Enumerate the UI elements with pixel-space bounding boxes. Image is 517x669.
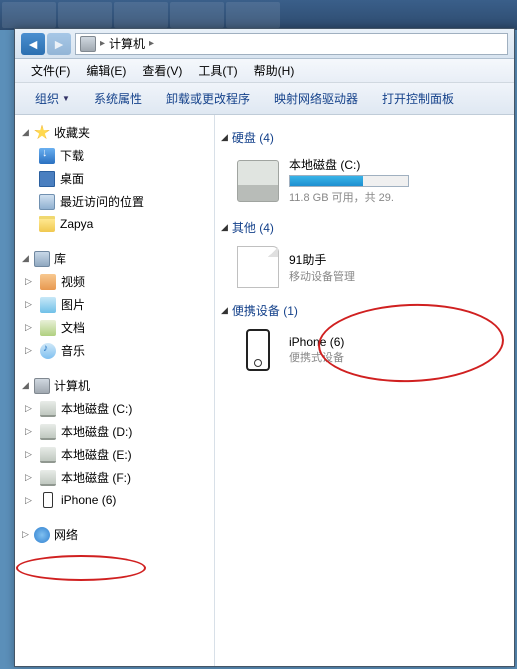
breadcrumb[interactable]: ▸ 计算机 ▸ [75, 33, 508, 55]
chevron-right-icon: ▸ [149, 38, 154, 49]
sidebar-item-iphone[interactable]: ▷iPhone (6) [15, 489, 214, 511]
task-item[interactable] [58, 2, 112, 28]
item-91assist[interactable]: 91助手 移动设备管理 [221, 242, 508, 298]
hdd-icon [237, 160, 279, 202]
drive-icon [40, 401, 56, 417]
expand-icon: ▷ [25, 276, 34, 287]
menu-view[interactable]: 查看(V) [134, 62, 190, 79]
task-item[interactable] [2, 2, 56, 28]
item-iphone[interactable]: iPhone (6) 便携式设备 [221, 325, 508, 381]
chevron-right-icon: ▸ [100, 38, 105, 49]
sidebar-item-drive-f[interactable]: ▷本地磁盘 (F:) [15, 466, 214, 489]
capacity-bar [289, 175, 409, 187]
network-label: 网络 [54, 526, 78, 543]
uninstall-button[interactable]: 卸载或更改程序 [156, 87, 260, 110]
star-icon [34, 125, 50, 141]
libraries-label: 库 [54, 250, 66, 267]
sidebar-item-drive-c[interactable]: ▷本地磁盘 (C:) [15, 397, 214, 420]
menubar: 文件(F) 编辑(E) 查看(V) 工具(T) 帮助(H) [15, 59, 514, 83]
cpanel-button[interactable]: 打开控制面板 [372, 87, 464, 110]
sidebar-item-videos[interactable]: ▷视频 [15, 270, 214, 293]
forward-button[interactable]: ► [47, 33, 71, 55]
item-sub: 移动设备管理 [289, 268, 355, 284]
organize-button[interactable]: 组织▼ [25, 87, 80, 110]
library-icon [34, 251, 50, 267]
item-name: 91助手 [289, 251, 355, 268]
expand-icon: ▷ [25, 426, 34, 437]
network-header[interactable]: ▷ 网络 [15, 523, 214, 546]
expand-icon: ▷ [25, 449, 34, 460]
expand-icon: ▷ [25, 299, 34, 310]
libraries-header[interactable]: ◢ 库 [15, 247, 214, 270]
item-drive-c[interactable]: 本地磁盘 (C:) 11.8 GB 可用，共 29. [221, 152, 508, 215]
expand-icon: ▷ [25, 495, 34, 506]
expand-icon: ▷ [21, 529, 30, 540]
sysprops-button[interactable]: 系统属性 [84, 87, 152, 110]
network-icon [34, 527, 50, 543]
expand-icon: ▷ [25, 403, 34, 414]
sidebar-item-recent[interactable]: 最近访问的位置 [15, 190, 214, 213]
address-bar: ◄ ► ▸ 计算机 ▸ [15, 29, 514, 59]
music-icon [40, 343, 56, 359]
video-icon [40, 274, 56, 290]
section-portable[interactable]: ◢便携设备 (1) [221, 302, 508, 319]
collapse-icon: ◢ [221, 305, 228, 316]
task-item[interactable] [114, 2, 168, 28]
item-sub: 便携式设备 [289, 349, 344, 365]
recent-icon [39, 194, 55, 210]
expand-icon: ▷ [25, 345, 34, 356]
phone-icon [43, 492, 53, 508]
sidebar-item-drive-d[interactable]: ▷本地磁盘 (D:) [15, 420, 214, 443]
picture-icon [40, 297, 56, 313]
explorer-window: ◄ ► ▸ 计算机 ▸ 文件(F) 编辑(E) 查看(V) 工具(T) 帮助(H… [14, 28, 515, 667]
drive-capacity: 11.8 GB 可用，共 29. [289, 189, 409, 205]
back-button[interactable]: ◄ [21, 33, 45, 55]
computer-header[interactable]: ◢ 计算机 [15, 374, 214, 397]
menu-help[interactable]: 帮助(H) [246, 62, 303, 79]
computer-label: 计算机 [54, 377, 90, 394]
sidebar-tree: ◢ 收藏夹 下载 桌面 最近访问的位置 Zapya ◢ 库 ▷视频 ▷图片 ▷文… [15, 115, 215, 666]
computer-icon [80, 36, 96, 52]
collapse-icon: ◢ [221, 132, 228, 143]
collapse-icon: ◢ [21, 127, 30, 138]
expand-icon: ▷ [25, 472, 34, 483]
sidebar-item-documents[interactable]: ▷文档 [15, 316, 214, 339]
taskbar [0, 0, 517, 30]
breadcrumb-root[interactable]: 计算机 [109, 35, 145, 52]
sidebar-item-music[interactable]: ▷音乐 [15, 339, 214, 362]
menu-file[interactable]: 文件(F) [23, 62, 78, 79]
sidebar-item-zapya[interactable]: Zapya [15, 213, 214, 235]
file-icon [237, 246, 279, 288]
task-item[interactable] [170, 2, 224, 28]
computer-icon [34, 378, 50, 394]
section-other[interactable]: ◢其他 (4) [221, 219, 508, 236]
sidebar-item-desktop[interactable]: 桌面 [15, 167, 214, 190]
expand-icon: ▷ [25, 322, 34, 333]
netdrive-button[interactable]: 映射网络驱动器 [264, 87, 368, 110]
iphone-icon [246, 329, 270, 371]
collapse-icon: ◢ [221, 222, 228, 233]
task-item[interactable] [226, 2, 280, 28]
collapse-icon: ◢ [21, 380, 30, 391]
main-pane: ◢硬盘 (4) 本地磁盘 (C:) 11.8 GB 可用，共 29. ◢其他 (… [215, 115, 514, 666]
section-hdd[interactable]: ◢硬盘 (4) [221, 129, 508, 146]
favorites-label: 收藏夹 [54, 124, 90, 141]
favorites-header[interactable]: ◢ 收藏夹 [15, 121, 214, 144]
item-name: iPhone (6) [289, 335, 344, 349]
drive-icon [40, 424, 56, 440]
sidebar-item-pictures[interactable]: ▷图片 [15, 293, 214, 316]
download-icon [39, 148, 55, 164]
folder-icon [39, 216, 55, 232]
sidebar-item-downloads[interactable]: 下载 [15, 144, 214, 167]
drive-icon [40, 470, 56, 486]
toolbar: 组织▼ 系统属性 卸载或更改程序 映射网络驱动器 打开控制面板 [15, 83, 514, 115]
drive-name: 本地磁盘 (C:) [289, 156, 409, 173]
menu-tools[interactable]: 工具(T) [190, 62, 245, 79]
sidebar-item-drive-e[interactable]: ▷本地磁盘 (E:) [15, 443, 214, 466]
document-icon [40, 320, 56, 336]
drive-icon [40, 447, 56, 463]
collapse-icon: ◢ [21, 253, 30, 264]
menu-edit[interactable]: 编辑(E) [78, 62, 134, 79]
desktop-icon [39, 171, 55, 187]
